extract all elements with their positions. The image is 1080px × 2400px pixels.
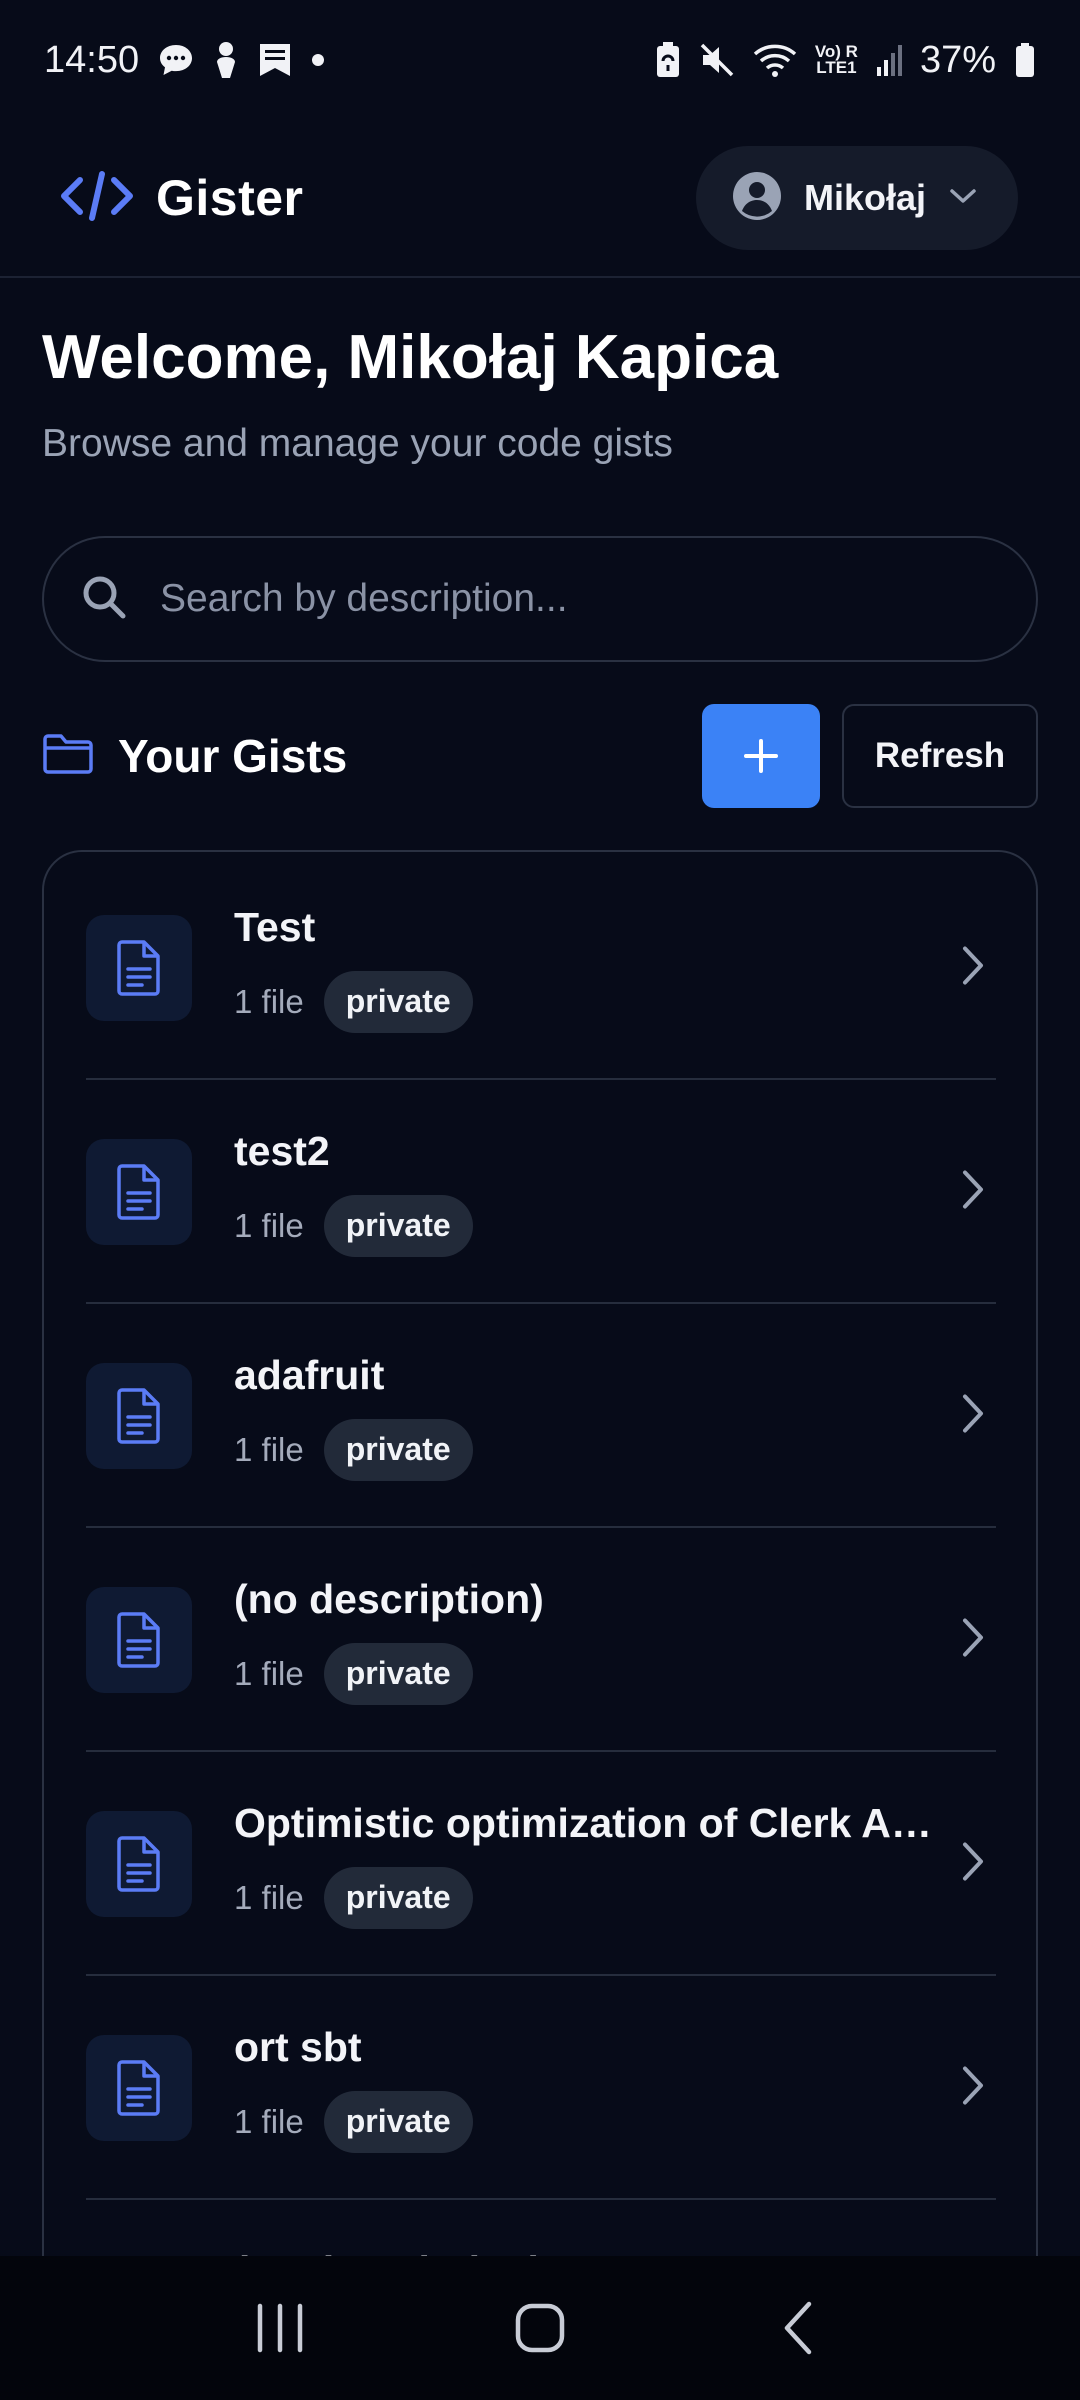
status-time: 14:50: [44, 38, 140, 81]
add-gist-button[interactable]: [702, 704, 820, 808]
file-icon: [86, 1587, 192, 1693]
notification-dot-icon: [311, 53, 325, 67]
gist-meta: 1 file private: [234, 1418, 934, 1481]
gist-body: ort sbt 1 file private: [234, 2024, 934, 2153]
app-header: Gister Mikołaj: [0, 120, 1080, 278]
system-nav-bar: [0, 2256, 1080, 2400]
gist-meta: 1 file private: [234, 1642, 934, 1705]
back-icon: [784, 2301, 812, 2355]
visibility-badge: private: [323, 1642, 473, 1705]
gists-title: Your Gists: [118, 730, 348, 782]
refresh-button[interactable]: Refresh: [842, 704, 1038, 808]
gist-title: (no description): [234, 1575, 544, 1622]
chevron-down-icon: [948, 186, 978, 211]
chevron-right-icon: [960, 1392, 986, 1441]
brand[interactable]: Gister: [60, 169, 304, 227]
visibility-badge: private: [323, 970, 473, 1033]
gist-list-item[interactable]: (no description) 1 file private: [86, 1528, 996, 1752]
file-icon: [86, 1363, 192, 1469]
gist-file-count: 1 file: [234, 2102, 304, 2140]
file-icon: [86, 915, 192, 1021]
gist-title: adafruit: [234, 1351, 385, 1398]
home-icon: [515, 2303, 565, 2353]
bookmark-news-icon: [257, 41, 293, 79]
visibility-badge: private: [323, 1194, 473, 1257]
gist-list-item[interactable]: Optimistic optimization of Clerk Authent…: [86, 1752, 996, 1976]
gist-list-item[interactable]: adafruit 1 file private: [86, 1304, 996, 1528]
gist-list: Test 1 file private test2 1 file private adafr…: [42, 850, 1038, 2270]
gist-title: Optimistic optimization of Clerk Authent…: [234, 1799, 934, 1846]
chevron-right-icon: [960, 944, 986, 993]
gist-file-count: 1 file: [234, 982, 304, 1020]
gist-list-item[interactable]: test2 1 file private: [86, 1080, 996, 1304]
user-avatar-icon: [732, 171, 782, 226]
gist-body: Test 1 file private: [234, 904, 934, 1033]
signal-icon: [876, 43, 902, 77]
gist-body: test2 1 file private: [234, 1128, 934, 1257]
gist-body: adafruit 1 file private: [234, 1352, 934, 1481]
visibility-badge: private: [323, 1866, 473, 1929]
gists-header: Your Gists Refresh: [42, 704, 1038, 808]
gist-file-count: 1 file: [234, 1878, 304, 1916]
gist-file-count: 1 file: [234, 1430, 304, 1468]
lte-icon: Vo) R LTE1: [814, 42, 858, 77]
file-icon: [86, 1139, 192, 1245]
gist-meta: 1 file private: [234, 970, 934, 1033]
chevron-right-icon: [960, 1616, 986, 1665]
gist-body: (no description) 1 file private: [234, 1576, 934, 1705]
search-box[interactable]: [42, 536, 1038, 662]
code-icon: [60, 170, 134, 227]
chevron-right-icon: [960, 1168, 986, 1217]
search-icon: [80, 573, 128, 626]
status-bar: 14:50 Vo) R LTE1 37%: [0, 0, 1080, 120]
lte-text: Vo) R LTE1: [814, 42, 858, 77]
gist-title: Test: [234, 903, 316, 950]
gist-meta: 1 file private: [234, 2090, 934, 2153]
recent-apps-button[interactable]: [220, 2278, 340, 2378]
visibility-badge: private: [323, 1418, 473, 1481]
gist-body: Optimistic optimization of Clerk Authent…: [234, 1800, 934, 1929]
wifi-icon: [753, 42, 797, 78]
file-icon: [86, 1811, 192, 1917]
welcome-subtitle: Browse and manage your code gists: [42, 422, 673, 465]
gists-actions: Refresh: [702, 704, 1038, 808]
home-button[interactable]: [480, 2278, 600, 2378]
welcome-title: Welcome, Mikołaj Kapica: [42, 323, 779, 392]
plus-icon: [744, 739, 778, 773]
chat-bubble-icon: [157, 42, 195, 78]
visibility-badge: private: [323, 2090, 473, 2153]
battery-percent: 37%: [919, 38, 996, 81]
user-menu-button[interactable]: Mikołaj: [695, 146, 1018, 250]
gist-title: test2: [234, 1127, 330, 1174]
app-title: Gister: [156, 170, 304, 226]
gist-list-item[interactable]: ort sbt 1 file private: [86, 1976, 996, 2200]
gist-meta: 1 file private: [234, 1194, 934, 1257]
person-pin-icon: [213, 40, 239, 80]
file-icon: [86, 2035, 192, 2141]
user-name: Mikołaj: [803, 177, 926, 218]
status-right: Vo) R LTE1 37%: [655, 39, 1036, 82]
battery-icon: [1014, 42, 1036, 78]
folder-icon: [42, 733, 94, 780]
gist-meta: 1 file private: [234, 1866, 934, 1929]
status-left: 14:50: [44, 39, 325, 82]
chevron-right-icon: [960, 1840, 986, 1889]
gists-heading: Your Gists: [42, 729, 347, 783]
gist-file-count: 1 file: [234, 1654, 304, 1692]
gist-list-item[interactable]: Test 1 file private: [86, 856, 996, 1080]
gist-title: ort sbt: [234, 2023, 362, 2070]
back-button[interactable]: [740, 2278, 860, 2378]
battery-saver-icon: [655, 41, 681, 79]
recent-apps-icon: [257, 2303, 303, 2353]
gist-file-count: 1 file: [234, 1206, 304, 1244]
search-input[interactable]: [158, 576, 1036, 622]
mute-icon: [699, 42, 735, 78]
chevron-right-icon: [960, 2064, 986, 2113]
